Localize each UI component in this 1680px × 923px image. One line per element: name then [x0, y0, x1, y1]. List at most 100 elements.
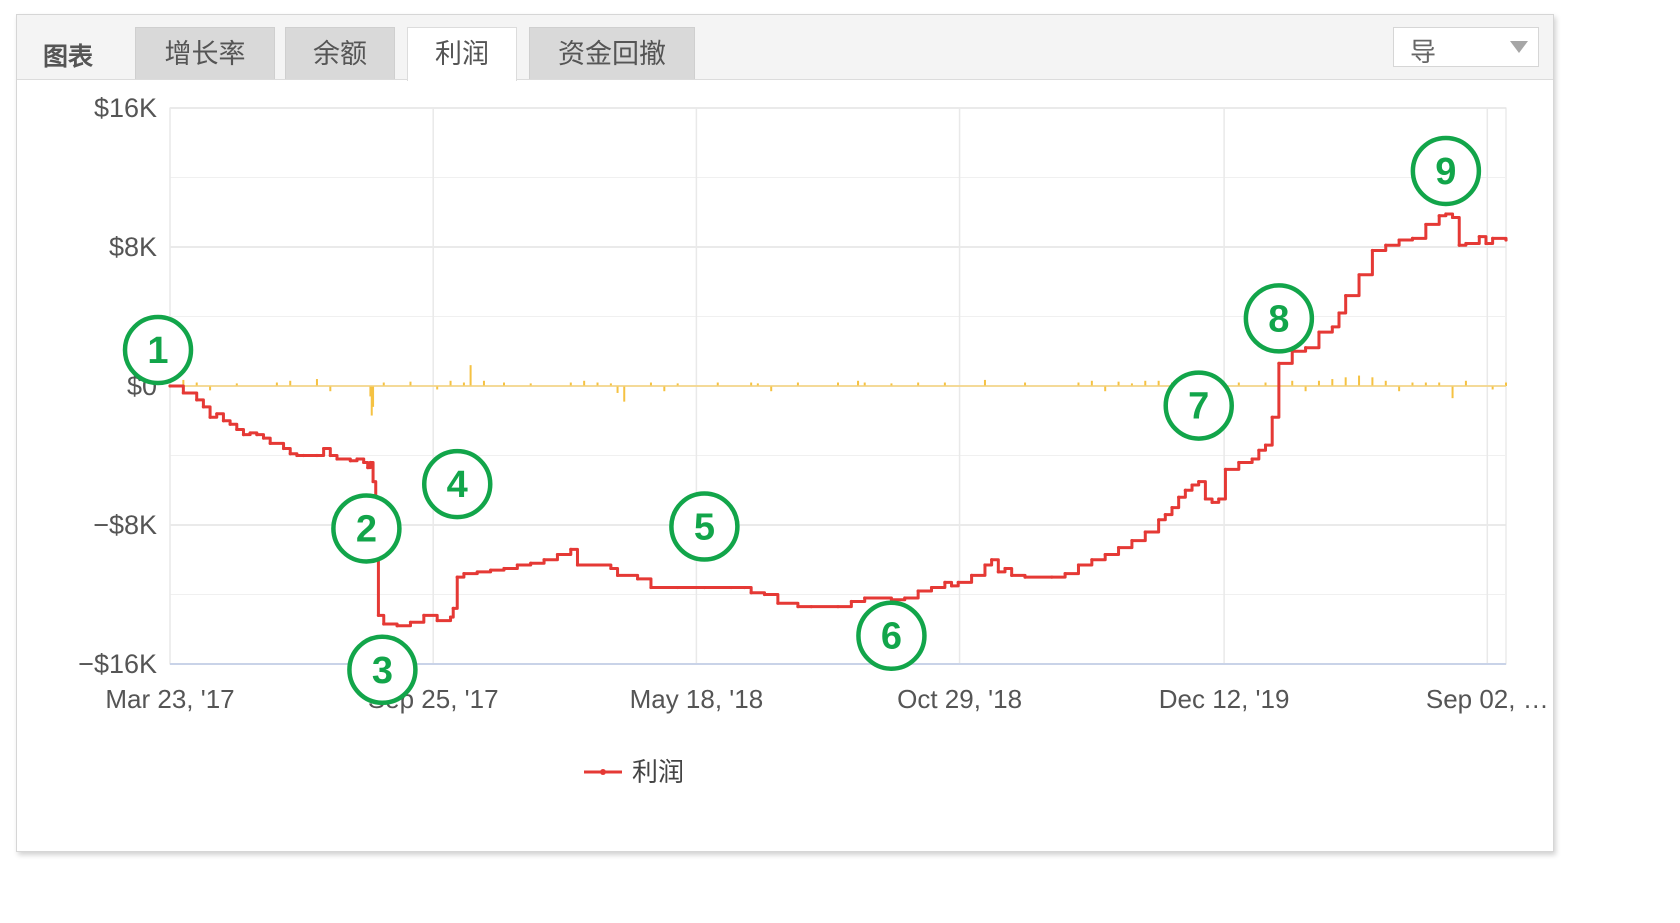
annotation-marker-7: 7 — [1163, 370, 1234, 441]
annotation-label: 6 — [881, 616, 902, 658]
profit-point — [916, 589, 920, 593]
chart-legend[interactable]: 利润 — [584, 758, 684, 788]
profit-point — [255, 433, 259, 437]
profit-point — [636, 577, 640, 581]
profit-point — [809, 605, 813, 609]
annotation-marker-3: 3 — [347, 634, 418, 706]
profit-point — [1504, 238, 1508, 242]
profit-point — [1317, 330, 1321, 334]
profit-point — [208, 415, 212, 419]
profit-line-series — [168, 212, 1508, 628]
profit-point — [1177, 495, 1181, 499]
x-tick-label: Mar 23, '17 — [105, 684, 234, 714]
profit-point — [1076, 563, 1081, 567]
profit-point — [322, 446, 326, 451]
profit-point — [261, 436, 266, 440]
annotation-label: 5 — [694, 507, 715, 549]
profit-point — [1270, 415, 1274, 419]
profit-point — [1130, 539, 1134, 543]
profit-point — [729, 585, 733, 590]
profit-point — [1197, 479, 1201, 484]
profit-point — [1450, 215, 1455, 220]
profit-point — [462, 572, 466, 576]
profit-point — [1163, 512, 1167, 517]
profit-line — [170, 212, 1508, 628]
profit-point — [241, 433, 246, 437]
profit-point — [328, 453, 332, 458]
profit-point — [1210, 500, 1214, 505]
profit-point — [749, 591, 753, 595]
profit-point — [742, 585, 747, 590]
profit-point — [1250, 457, 1254, 461]
profit-point — [248, 431, 252, 435]
annotation-label: 7 — [1188, 386, 1209, 428]
annotation-marker-2: 2 — [331, 493, 402, 564]
profit-point — [949, 584, 954, 588]
profit-point — [281, 446, 286, 451]
profit-point — [1143, 530, 1147, 534]
profit-point — [1257, 448, 1261, 452]
profit-point — [382, 622, 386, 626]
profit-point — [542, 558, 546, 562]
annotation-label: 3 — [372, 650, 393, 692]
profit-point — [1183, 488, 1187, 492]
profit-point — [195, 398, 199, 402]
annotation-markers: 1 2 3 4 5 6 7 8 9 — [122, 135, 1482, 706]
annotation-label: 4 — [447, 464, 468, 506]
profit-point — [1217, 497, 1221, 501]
profit-point — [1484, 241, 1488, 246]
profit-point — [1263, 443, 1268, 447]
profit-point — [1170, 506, 1174, 510]
x-tick-label: Sep 02, … — [1426, 684, 1549, 714]
profit-point — [796, 605, 800, 609]
profit-point — [422, 613, 426, 617]
annotation-label: 9 — [1435, 151, 1456, 193]
profit-point — [836, 605, 840, 609]
profit-point — [1477, 234, 1481, 239]
profit-point — [1277, 361, 1281, 366]
annotation-marker-6: 6 — [856, 600, 927, 671]
profit-point — [221, 419, 226, 423]
x-tick-label: Dec 12, '19 — [1159, 684, 1290, 714]
profit-point — [615, 573, 620, 577]
profit-point — [181, 391, 185, 395]
profit-point — [555, 552, 560, 557]
profit-point — [515, 563, 519, 567]
profit-point — [1237, 460, 1241, 465]
x-tick-label: May 18, '18 — [630, 684, 764, 714]
profit-point — [1223, 467, 1228, 471]
profit-point — [996, 570, 1000, 574]
profit-point — [1357, 273, 1361, 277]
profit-point — [1464, 241, 1468, 246]
profit-point — [408, 620, 413, 624]
profit-point — [368, 460, 372, 465]
profit-point — [1010, 573, 1014, 577]
annotation-label: 8 — [1268, 298, 1289, 340]
profit-point — [1190, 483, 1194, 487]
profit-point — [371, 479, 375, 484]
annotation-marker-8: 8 — [1243, 283, 1315, 354]
profit-point — [288, 452, 292, 456]
profit-point — [943, 580, 947, 584]
profit-point — [702, 585, 707, 590]
profit-point — [1457, 243, 1461, 247]
profit-point — [863, 596, 867, 600]
legend-label-profit: 利润 — [632, 758, 684, 788]
profit-point — [1063, 572, 1067, 576]
profit-point — [1330, 325, 1334, 329]
profit-point — [1103, 552, 1107, 557]
profit-point — [235, 427, 239, 432]
y-tick-label: −$8K — [93, 510, 157, 540]
profit-point — [315, 453, 319, 458]
profit-point — [215, 412, 219, 416]
profit-point — [1304, 346, 1308, 350]
x-axis-ticks: Mar 23, '17 Sep 25, '17 May 18, '18 Oct … — [105, 684, 1548, 714]
profit-point — [609, 566, 613, 571]
profit-point — [956, 580, 960, 584]
profit-point — [355, 457, 359, 461]
annotation-marker-5: 5 — [669, 491, 740, 562]
profit-point — [302, 453, 306, 458]
profit-point — [776, 601, 780, 605]
profit-point — [348, 459, 352, 463]
y-axis-ticks: $16K $8K $0 −$8K −$16K — [78, 93, 157, 679]
